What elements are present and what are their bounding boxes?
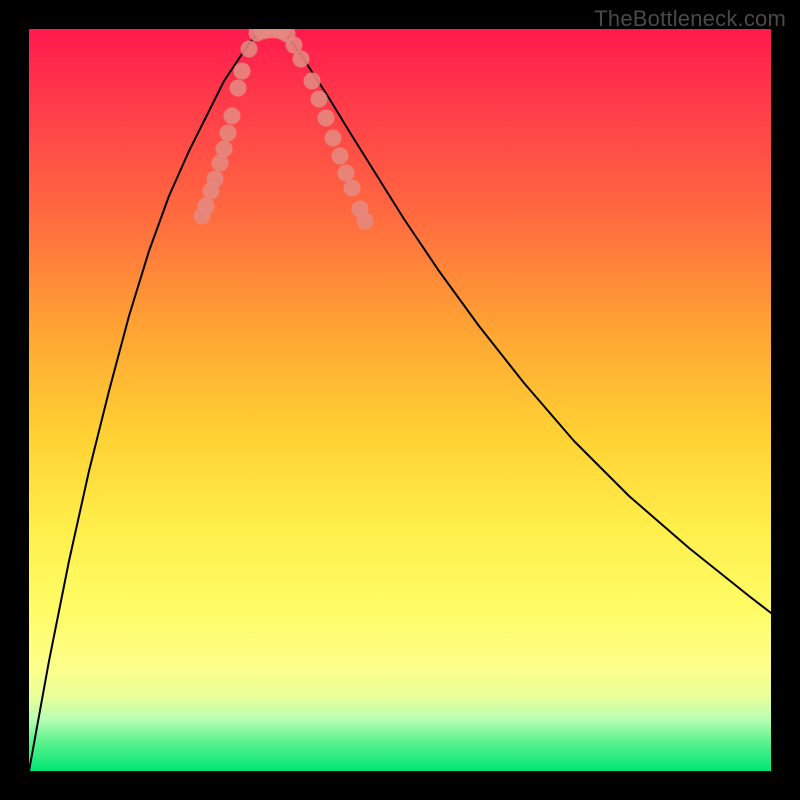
chart-svg (29, 29, 771, 771)
bottleneck-curve (29, 30, 771, 771)
chart-frame (29, 29, 771, 771)
highlight-dots (194, 29, 374, 230)
